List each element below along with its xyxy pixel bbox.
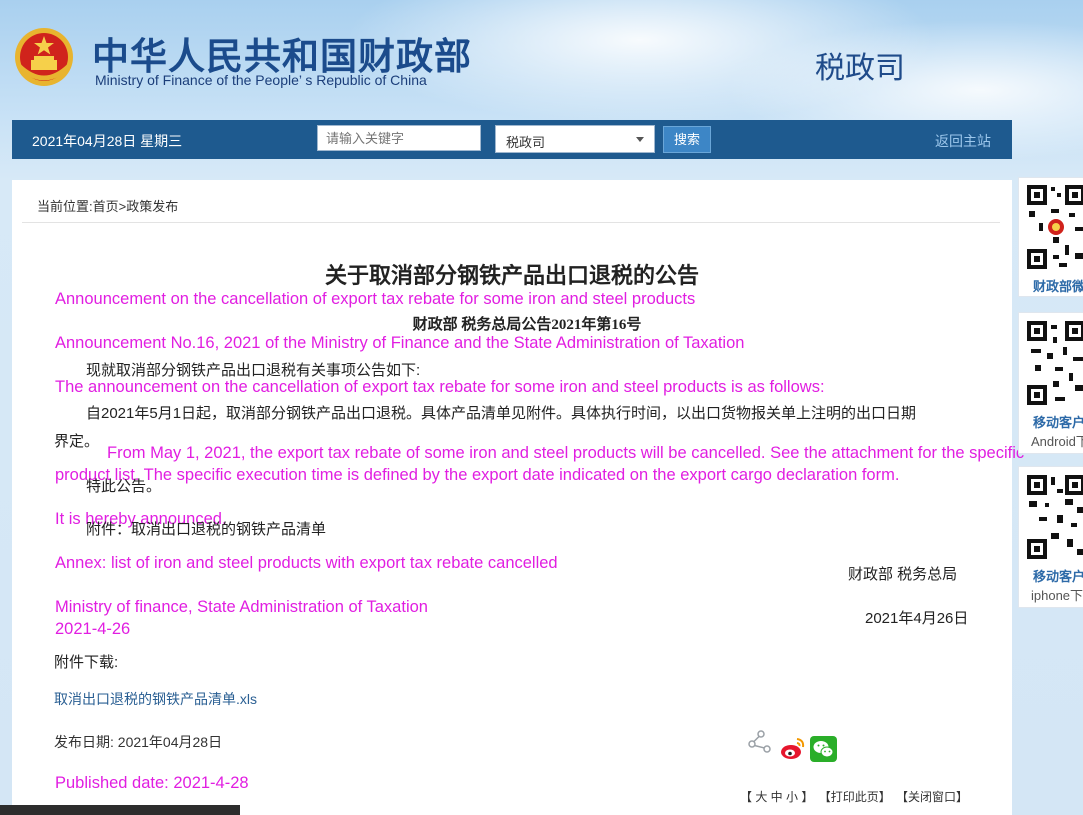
document-number-translation: Announcement No.16, 2021 of the Ministry… xyxy=(55,334,745,352)
wechat-icon[interactable] xyxy=(810,736,837,762)
font-size-control[interactable]: 【 大 中 小 】 xyxy=(740,790,813,804)
site-title-english: Ministry of Finance of the People’ s Rep… xyxy=(95,72,427,88)
qr-card-android: 移动客户 Android下 xyxy=(1018,312,1083,454)
search-button[interactable]: 搜索 xyxy=(663,126,711,153)
qr-code-icon xyxy=(1025,319,1083,407)
breadcrumb-current: 政策发布 xyxy=(126,199,179,214)
current-date: 2021年04月28日 星期三 xyxy=(32,133,183,149)
article-title: 关于取消部分钢铁产品出口退税的公告 xyxy=(324,263,699,288)
publish-date-translation: Published date: 2021-4-28 xyxy=(55,774,249,792)
qr-sublabel: Android下 xyxy=(1031,434,1083,449)
body-translation-line: From May 1, 2021, the export tax rebate … xyxy=(107,444,1025,462)
publish-date: 发布日期: 2021年04月28日 xyxy=(54,734,223,750)
breadcrumb: 当前位置:首页>政策发布 xyxy=(37,196,178,215)
download-label: 附件下载: xyxy=(54,654,119,671)
article-panel: 当前位置:首页>政策发布 关于取消部分钢铁产品出口退税的公告 Announcem… xyxy=(12,180,1024,815)
divider xyxy=(22,222,1000,223)
print-page-button[interactable]: 【打印此页】 xyxy=(819,790,891,804)
search-scope-value: 税政司 xyxy=(506,135,546,150)
search-scope-select[interactable]: 税政司 xyxy=(495,125,655,153)
taskbar-strip xyxy=(0,805,240,815)
return-home-link[interactable]: 返回主站 xyxy=(935,131,991,151)
qr-card-weibo: 财政部微 xyxy=(1018,177,1083,297)
attachment-download-link[interactable]: 取消出口退税的钢铁产品清单.xls xyxy=(54,689,257,709)
weibo-icon[interactable] xyxy=(780,736,806,762)
body-translation-line: product list. The specific execution tim… xyxy=(55,466,900,484)
chevron-down-icon xyxy=(636,137,644,142)
qr-code-icon xyxy=(1025,473,1083,561)
qr-card-iphone: 移动客户 iphone下 xyxy=(1018,466,1083,608)
breadcrumb-prefix: 当前位置: xyxy=(37,199,93,214)
share-icon[interactable] xyxy=(748,730,772,754)
qr-code-icon xyxy=(1025,183,1083,271)
intro-translation: The announcement on the cancellation of … xyxy=(55,378,825,396)
search-input[interactable] xyxy=(317,125,481,151)
breadcrumb-home-link[interactable]: 首页 xyxy=(93,199,119,214)
qr-sublabel: iphone下 xyxy=(1031,588,1083,603)
qr-label: 财政部微 xyxy=(1033,279,1083,294)
close-window-button[interactable]: 【关闭窗口】 xyxy=(896,790,968,804)
qr-label: 移动客户 xyxy=(1033,415,1083,430)
national-emblem-icon xyxy=(15,28,73,86)
signatory: 财政部 税务总局 xyxy=(848,566,958,583)
body-paragraph-line: 自2021年5月1日起，取消部分钢铁产品出口退税。具体产品清单见附件。具体执行时… xyxy=(86,405,917,422)
document-number: 财政部 税务总局公告2021年第16号 xyxy=(412,317,642,333)
sign-date-translation: 2021-4-26 xyxy=(55,620,131,638)
closing-line: 特此公告。 xyxy=(86,478,162,495)
attachment-note-translation: Annex: list of iron and steel products w… xyxy=(55,554,558,572)
qr-label: 移动客户 xyxy=(1033,569,1083,584)
page-tools: 【 大 中 小 】 【打印此页】 【关闭窗口】 xyxy=(740,788,970,805)
intro-paragraph: 现就取消部分钢铁产品出口退税有关事项公告如下: xyxy=(86,362,421,379)
department-title: 税政司 xyxy=(815,52,905,85)
article-title-translation: Announcement on the cancellation of expo… xyxy=(55,290,696,308)
sign-date: 2021年4月26日 xyxy=(865,610,969,627)
attachment-note: 附件：取消出口退税的钢铁产品清单 xyxy=(86,521,327,538)
top-nav-bar: 2021年04月28日 星期三 税政司 搜索 返回主站 xyxy=(12,120,1012,159)
signatory-translation: Ministry of finance, State Administratio… xyxy=(55,598,428,616)
body-paragraph-line: 界定。 xyxy=(54,433,100,450)
